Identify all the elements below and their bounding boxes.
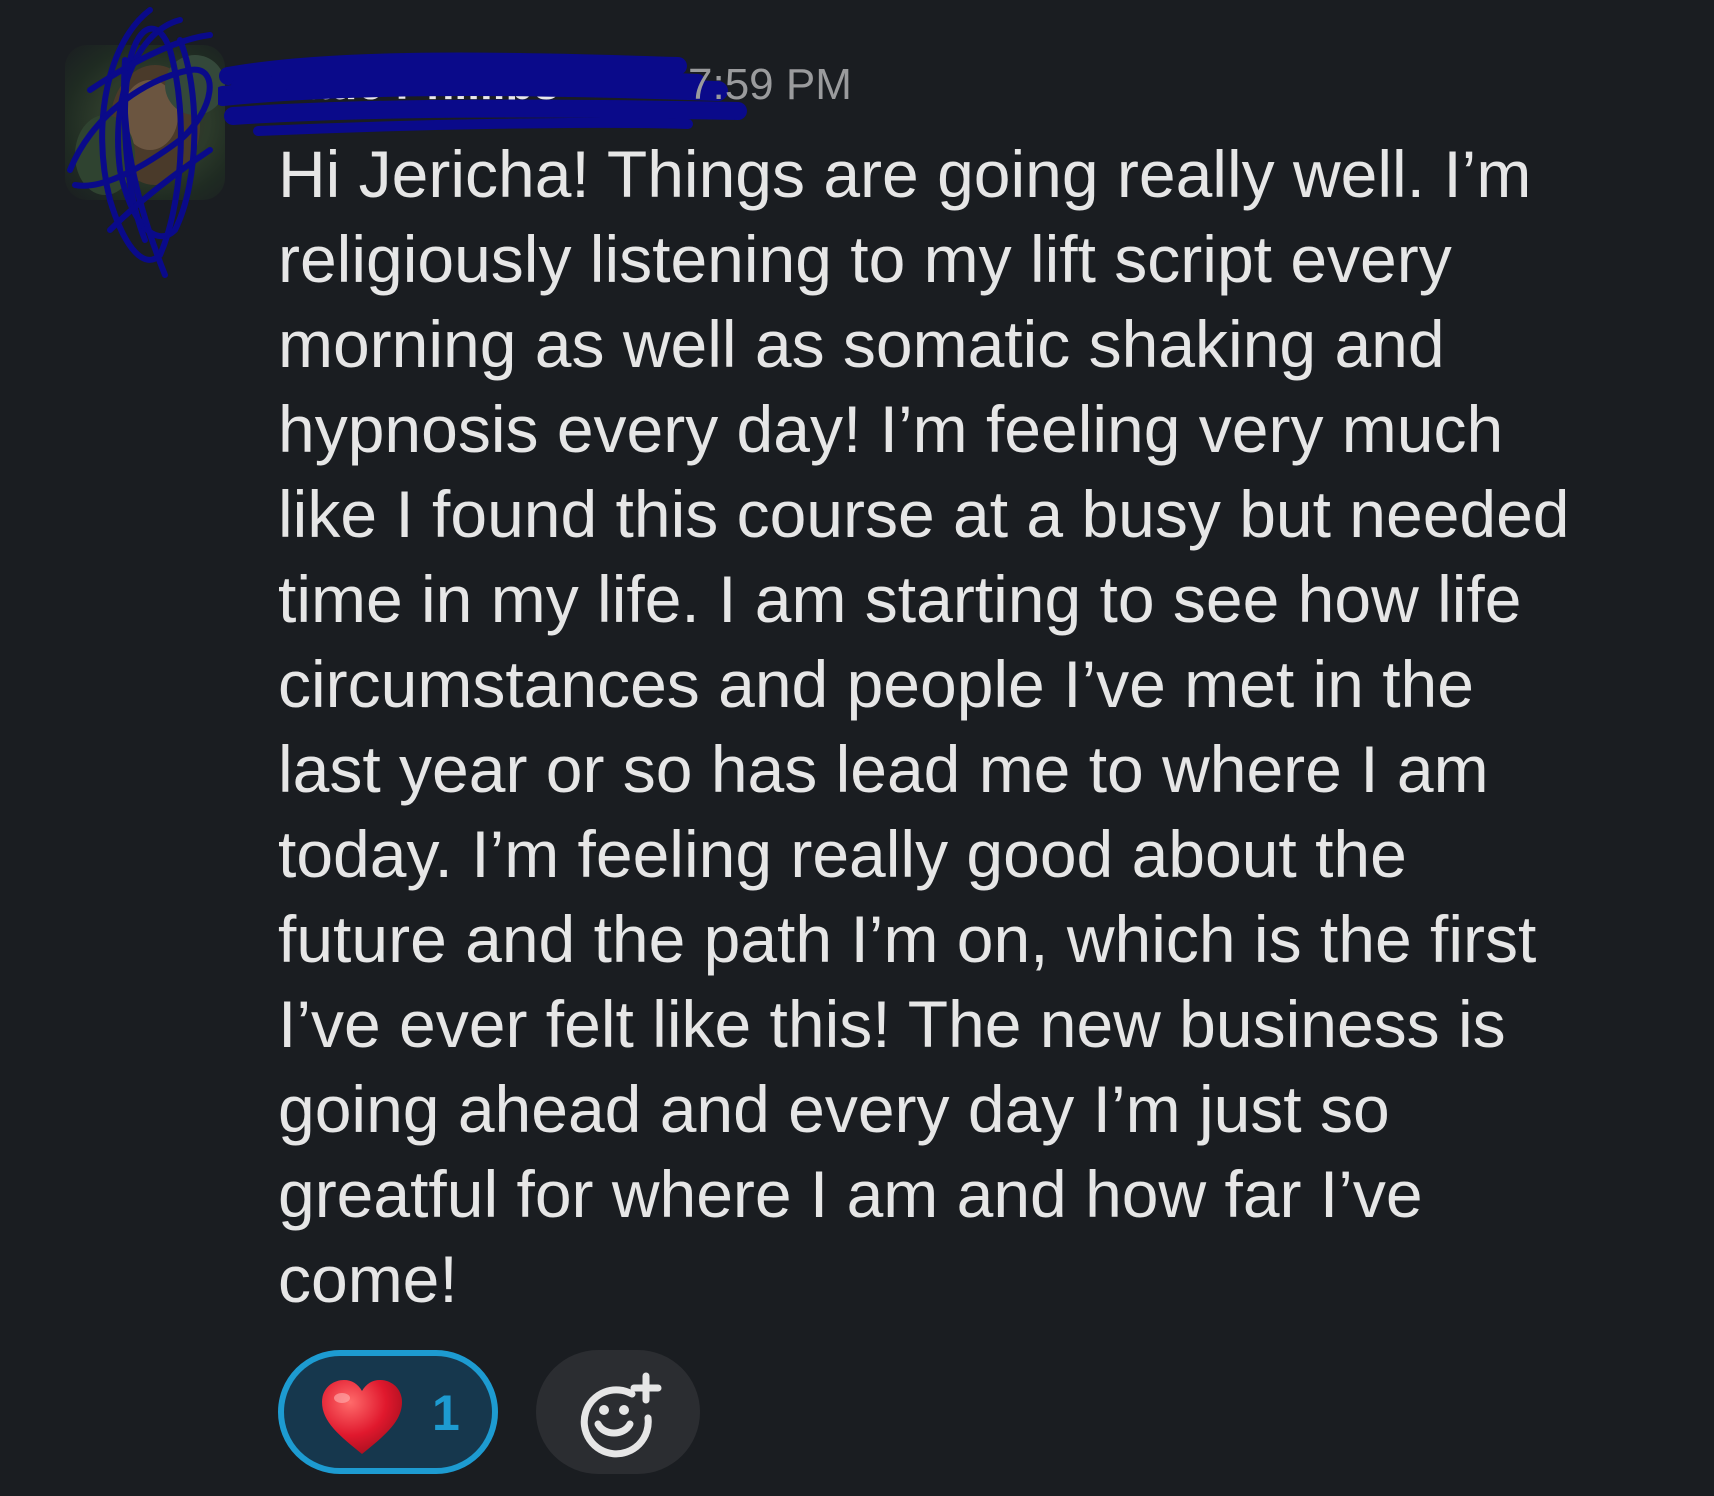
message-line: hypnosis every day! I’m feeling very muc… (278, 392, 1504, 466)
message-timestamp[interactable]: 7:59 PM (688, 60, 852, 110)
message-line: today. I’m feeling really good about the (278, 817, 1407, 891)
message-line: come! (278, 1242, 458, 1316)
avatar[interactable] (65, 45, 225, 200)
heart-reaction-button[interactable]: 1 (278, 1350, 498, 1474)
chat-message: Jade Phillips 7:59 PM Hi Jericha! Things… (0, 0, 1714, 1496)
message-line: morning as well as somatic shaking and (278, 307, 1445, 381)
message-line: I’ve ever felt like this! The new busine… (278, 987, 1506, 1061)
add-emoji-icon (580, 1372, 662, 1458)
message-header: Jade Phillips 7:59 PM (218, 48, 898, 136)
reactions-bar: 1 (278, 1350, 738, 1480)
message-line: last year or so has lead me to where I a… (278, 732, 1489, 806)
avatar-photo (75, 55, 225, 195)
message-line: time in my life. I am starting to see ho… (278, 562, 1522, 636)
message-line: circumstances and people I’ve met in the (278, 647, 1474, 721)
message-line: greatful for where I am and how far I’ve (278, 1157, 1423, 1231)
add-reaction-button[interactable] (536, 1350, 700, 1474)
message-line: religiously listening to my lift script … (278, 222, 1452, 296)
sender-name[interactable]: Jade Phillips (278, 56, 559, 110)
message-line: like I found this course at a busy but n… (278, 477, 1570, 551)
message-body: Hi Jericha! Things are going really well… (278, 132, 1678, 1322)
message-line: future and the path I’m on, which is the… (278, 902, 1537, 976)
reaction-count: 1 (432, 1385, 460, 1441)
message-line: Hi Jericha! Things are going really well… (278, 137, 1532, 211)
message-line: going ahead and every day I’m just so (278, 1072, 1390, 1146)
red-heart-icon (322, 1380, 402, 1454)
